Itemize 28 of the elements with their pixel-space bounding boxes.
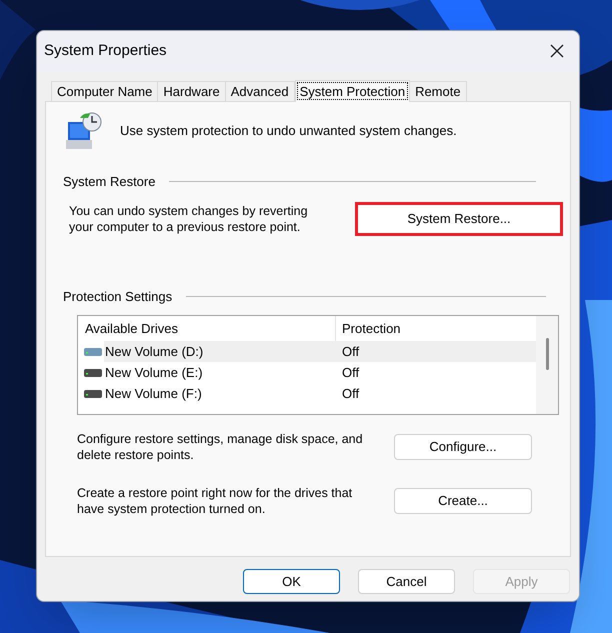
action-button[interactable]: Create... [394, 488, 532, 514]
drive-name[interactable]: New Volume (F:) [104, 383, 336, 404]
group-title: Protection Settings [63, 288, 172, 306]
drive-name[interactable]: New Volume (E:) [104, 362, 336, 383]
scrollbar-thumb[interactable] [546, 338, 548, 370]
tab[interactable]: Computer Name [51, 81, 158, 101]
table-cell: Off [336, 341, 536, 362]
dialog-button[interactable]: OK [243, 569, 340, 594]
description-text: Configure restore settings, manage disk space, and delete restore points. [77, 431, 364, 463]
dialog-button[interactable]: Cancel [358, 569, 455, 594]
drive-name[interactable]: New Volume (D:) [104, 341, 336, 362]
description-text: Create a restore point right now for the drives that have system protection turned on. [77, 485, 354, 517]
intro-text: Use system protection to undo unwanted system changes. [120, 122, 457, 140]
table-cell-text: Off [341, 384, 360, 403]
table-cell-text: Off [341, 364, 360, 382]
tab[interactable]: Advanced [226, 81, 295, 101]
column-header[interactable]: Protection [336, 316, 536, 341]
tab[interactable]: Hardware [158, 81, 226, 101]
system-restore-button[interactable]: System Restore... [355, 202, 563, 236]
tab[interactable]: System Protection [294, 80, 410, 102]
close-icon [550, 44, 564, 58]
action-button[interactable]: Configure... [394, 434, 532, 460]
computer-restore-icon [66, 112, 102, 150]
tab[interactable]: Remote [410, 81, 467, 101]
window-title: System Properties [44, 40, 167, 61]
group-title: System Restore [63, 173, 156, 191]
description-text: You can undo system changes by reverting your computer to a previous restore point. [69, 202, 309, 234]
scrollbar[interactable] [536, 316, 558, 414]
